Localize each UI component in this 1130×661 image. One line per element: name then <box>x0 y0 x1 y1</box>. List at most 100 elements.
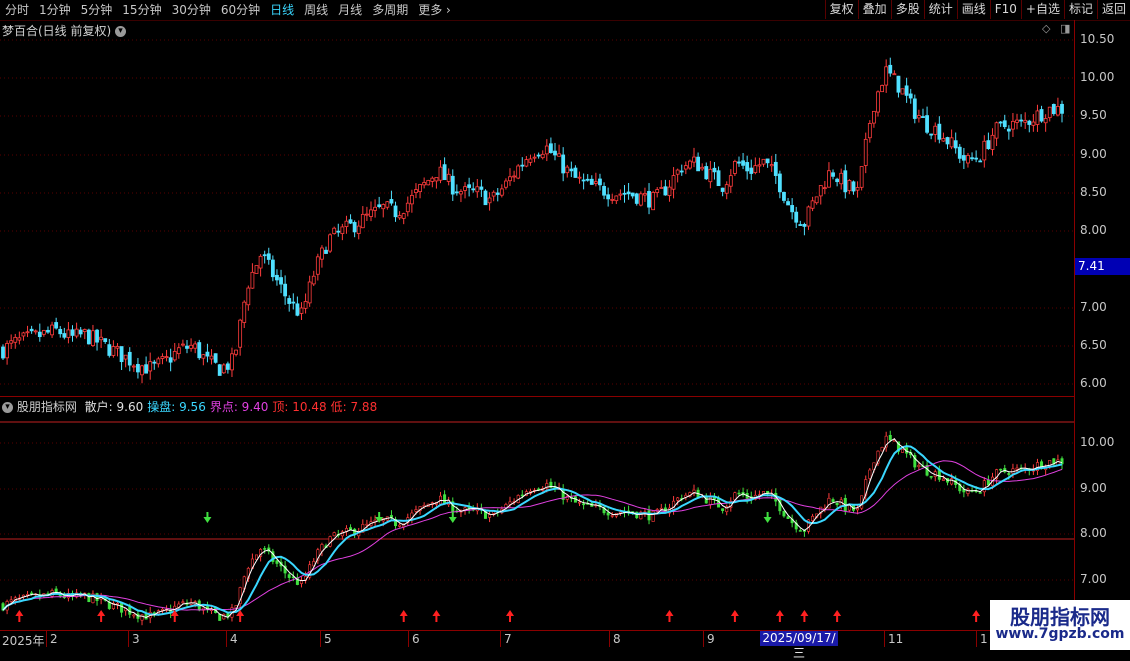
sanhu-line <box>2 438 1063 619</box>
price-label: 7.00 <box>1080 300 1107 314</box>
candle-body <box>851 181 856 192</box>
current-price-tag: 7.41 <box>1075 258 1130 275</box>
candle-body <box>1002 120 1007 128</box>
buy-arrow-icon <box>730 610 739 616</box>
indicator-candle-body <box>1015 467 1019 470</box>
indicator-label: 7.00 <box>1080 572 1107 586</box>
candle-body <box>966 155 970 164</box>
candle-body <box>569 168 574 172</box>
candle-body <box>998 121 1003 124</box>
candle-body <box>409 194 414 205</box>
indicator-title: ▾ 股朋指标网 散户: 9.60 操盘: 9.56 界点: 9.40 顶: 10.48… <box>2 398 381 415</box>
candle-body <box>757 164 762 167</box>
date-label: 9 <box>707 632 715 646</box>
buy-arrow-icon <box>15 610 24 616</box>
candle-body <box>904 85 909 96</box>
candle-body <box>1006 128 1011 132</box>
indicator-candle-body <box>1060 458 1064 465</box>
indicator-candle-body <box>856 508 860 511</box>
candle-body <box>434 177 439 182</box>
candle-body <box>262 254 267 257</box>
candle-body <box>536 154 541 157</box>
indicator-candle-body <box>647 510 651 521</box>
candle-body <box>765 158 770 164</box>
candle-body <box>573 167 578 178</box>
candle-body <box>610 198 615 201</box>
indicator-label: 9.00 <box>1080 481 1107 495</box>
candle-body <box>299 307 304 314</box>
candle-body <box>1047 106 1052 119</box>
date-label: 2025年 <box>2 634 45 648</box>
candle-body <box>205 351 210 357</box>
candle-body <box>872 110 876 124</box>
sell-arrow-icon <box>448 517 457 523</box>
candle-body <box>708 168 713 183</box>
candle-body <box>688 160 692 169</box>
candle-body <box>814 196 819 204</box>
buy-arrow-icon <box>97 610 106 616</box>
candle-body <box>737 161 741 164</box>
candle-body <box>1019 119 1024 122</box>
indicator-candle-body <box>218 613 222 621</box>
candle-body <box>189 344 193 349</box>
indicator-candle-body <box>120 602 124 613</box>
candle-body <box>311 275 316 285</box>
candle-body <box>802 224 807 227</box>
candle-body <box>638 193 643 206</box>
candle-body <box>340 226 345 234</box>
candle-body <box>712 167 717 173</box>
candle-body <box>728 175 733 187</box>
candle-body <box>127 351 132 366</box>
candle-body <box>66 329 71 338</box>
candle-body <box>516 165 521 179</box>
candle-body <box>933 125 938 135</box>
candle-body <box>479 186 484 190</box>
price-label: 10.00 <box>1080 70 1115 84</box>
candle-body <box>863 138 868 166</box>
candle-body <box>238 319 243 348</box>
caopan-line <box>2 445 1063 616</box>
candle-body <box>254 265 259 274</box>
candle-body <box>565 166 570 174</box>
candle-body <box>495 192 500 195</box>
candle-body <box>700 166 705 170</box>
candle-body <box>957 146 962 159</box>
candle-body <box>994 122 999 139</box>
candle-body <box>614 195 619 202</box>
candle-body <box>266 253 271 260</box>
candle-body <box>148 361 153 372</box>
candle-body <box>606 194 611 200</box>
indicator-candle-body <box>937 470 941 480</box>
candle-body <box>818 185 823 197</box>
candle-body <box>91 330 95 347</box>
chevron-down-icon[interactable]: ▾ <box>2 402 13 413</box>
candle-body <box>442 164 447 181</box>
chart-canvas[interactable] <box>0 0 1130 650</box>
candle-body <box>884 66 889 86</box>
candle-body <box>585 178 590 181</box>
candle-body <box>745 162 750 172</box>
indicator-label: 8.00 <box>1080 526 1107 540</box>
candle-body <box>95 329 99 343</box>
indicator-candle-body <box>811 515 815 521</box>
date-label: 6 <box>412 632 420 646</box>
price-label: 6.00 <box>1080 376 1107 390</box>
candle-body <box>336 230 341 233</box>
candle-body <box>332 227 337 234</box>
candle-body <box>847 180 852 192</box>
candle-body <box>867 123 872 139</box>
indicator-candle-body <box>676 497 680 501</box>
buy-arrow-icon <box>432 610 441 616</box>
date-label: 7 <box>504 632 512 646</box>
candle-body <box>921 116 925 118</box>
candle-body <box>520 164 525 167</box>
candle-body <box>62 333 67 338</box>
candle-body <box>295 303 300 316</box>
candle-body <box>348 219 353 224</box>
candle-body <box>46 329 50 333</box>
candle-body <box>986 140 991 150</box>
candle-body <box>405 202 410 213</box>
candle-body <box>217 364 222 376</box>
candle-body <box>524 159 529 167</box>
candle-body <box>201 354 206 359</box>
